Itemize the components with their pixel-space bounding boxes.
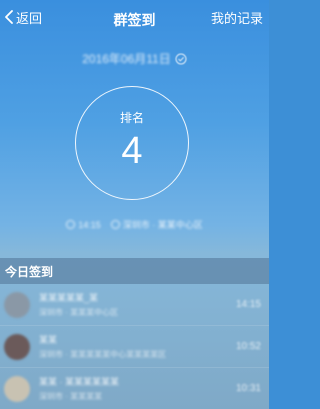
checkin-date: 2016年06月11日 (82, 52, 171, 66)
avatar (4, 333, 30, 360)
date-row: 2016年06月11日 (0, 50, 269, 67)
location-text: 深圳市 · 某某中心区 (122, 220, 203, 230)
app-screen: 返回 群签到 我的记录 2016年06月11日 排名 4 14:15 深圳市 ·… (0, 0, 269, 409)
list-item[interactable]: 某某某某某_某 深圳市 · 某某某中心区 14:15 (0, 284, 269, 326)
checkin-time: 10:31 (235, 383, 261, 394)
chevron-left-icon (5, 10, 13, 24)
time-info: 14:15 (66, 218, 101, 231)
list-item[interactable]: 某某 深圳市 · 某某某某某中心某某某某区 10:52 (0, 326, 269, 368)
check-circle-icon (175, 53, 187, 64)
list-item-text: 某某 深圳市 · 某某某某某中心某某某某区 (39, 333, 236, 360)
member-location: 深圳市 · 某某某中心区 (39, 308, 119, 317)
list-item-text: 某某 · 某某某某某某 深圳市 · 某某某某 (39, 375, 236, 402)
member-name: 某某 · 某某某某某某 (39, 377, 119, 387)
top-bar: 返回 群签到 我的记录 (0, 0, 269, 34)
member-name: 某某某某某_某 (39, 293, 99, 303)
checkin-time: 10:52 (235, 341, 261, 352)
today-checkin-header: 今日签到 (0, 258, 269, 284)
clock-icon (66, 220, 76, 229)
avatar (4, 375, 30, 402)
location-pin-icon (110, 220, 120, 229)
list-item[interactable]: 某某 · 某某某某某某 深圳市 · 某某某某 10:31 (0, 368, 269, 409)
member-location: 深圳市 · 某某某某 (39, 392, 103, 401)
back-label: 返回 (16, 10, 43, 26)
checkin-list: 某某某某某_某 深圳市 · 某某某中心区 14:15 某某 深圳市 · 某某某某… (0, 284, 269, 409)
checkin-info: 14:15 深圳市 · 某某中心区 (0, 218, 269, 231)
location-info: 深圳市 · 某某中心区 (110, 218, 203, 231)
my-records-button[interactable]: 我的记录 (211, 8, 269, 27)
rank-label: 排名 (119, 111, 144, 125)
back-button[interactable]: 返回 (0, 0, 42, 34)
avatar (4, 291, 30, 318)
member-name: 某某 (39, 335, 58, 345)
rank-value: 4 (121, 130, 143, 172)
list-item-text: 某某某某某_某 深圳市 · 某某某中心区 (39, 291, 236, 318)
rank-circle: 排名 4 (75, 86, 189, 200)
checkin-time: 14:15 (235, 299, 261, 310)
member-location: 深圳市 · 某某某某某中心某某某某区 (39, 350, 167, 359)
time-text: 14:15 (78, 219, 101, 230)
